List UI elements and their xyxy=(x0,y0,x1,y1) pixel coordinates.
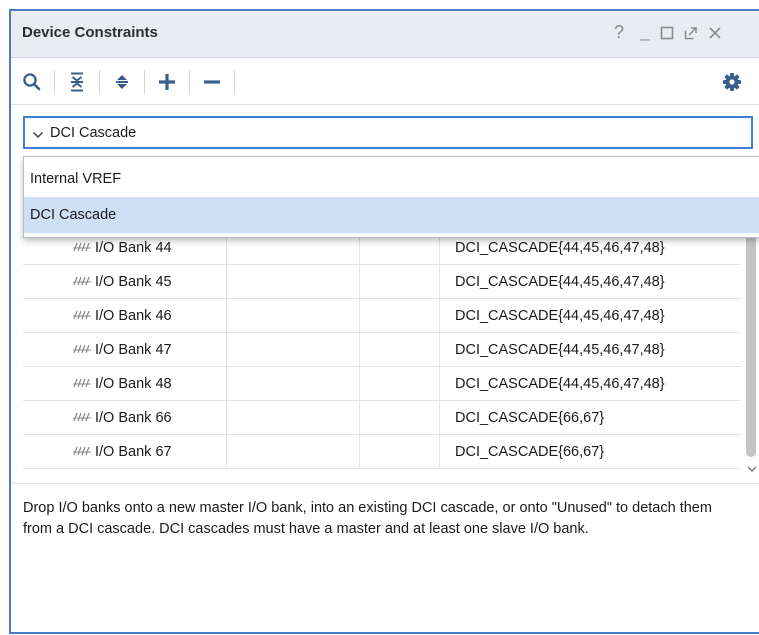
cascade-cell: DCI_CASCADE{44,45,46,47,48} xyxy=(455,342,665,358)
table-row[interactable]: I/O Bank 66 DCI_CASCADE{66,67} xyxy=(23,401,741,435)
io-bank-icon xyxy=(73,344,91,354)
search-icon[interactable] xyxy=(17,67,47,97)
cascade-cell: DCI_CASCADE{66,67} xyxy=(455,444,605,460)
table-cell xyxy=(227,333,360,367)
maximize-icon[interactable] xyxy=(658,22,676,44)
table-cell xyxy=(360,435,440,469)
bank-name: I/O Bank 45 xyxy=(95,274,172,290)
io-bank-icon xyxy=(73,446,91,456)
toolbar xyxy=(11,59,759,105)
chevron-down-icon[interactable] xyxy=(746,462,758,474)
cascade-cell: DCI_CASCADE{44,45,46,47,48} xyxy=(455,308,665,324)
bank-name: I/O Bank 66 xyxy=(95,410,172,426)
table-cell xyxy=(227,299,360,333)
collapse-all-icon[interactable] xyxy=(62,67,92,97)
device-constraints-panel: Device Constraints ? _ I/O Bank 44 DCI_C… xyxy=(9,9,759,634)
table-cell xyxy=(360,333,440,367)
cascade-cell: DCI_CASCADE{44,45,46,47,48} xyxy=(455,274,665,290)
bank-name-cell: I/O Bank 66 xyxy=(23,401,227,435)
table-row[interactable]: I/O Bank 48 DCI_CASCADE{44,45,46,47,48} xyxy=(23,367,741,401)
minimize-icon[interactable]: _ xyxy=(636,22,654,44)
bank-name-cell: I/O Bank 47 xyxy=(23,333,227,367)
dropdown-option-internal-vref[interactable]: Internal VREF xyxy=(24,161,759,197)
help-icon[interactable]: ? xyxy=(610,22,628,44)
float-icon[interactable] xyxy=(682,22,700,44)
toolbar-separator xyxy=(54,70,55,94)
toolbar-separator xyxy=(144,70,145,94)
chevron-down-icon xyxy=(32,127,44,143)
table-row[interactable]: I/O Bank 46 DCI_CASCADE{44,45,46,47,48} xyxy=(23,299,741,333)
io-bank-icon xyxy=(73,310,91,320)
vertical-scrollbar[interactable] xyxy=(743,229,759,482)
bank-name-cell: I/O Bank 45 xyxy=(23,265,227,299)
bank-name: I/O Bank 47 xyxy=(95,342,172,358)
bank-name-cell: I/O Bank 48 xyxy=(23,367,227,401)
io-bank-icon xyxy=(73,378,91,388)
table-row[interactable]: I/O Bank 67 DCI_CASCADE{66,67} xyxy=(23,435,741,469)
panel-title-bar: Device Constraints ? _ xyxy=(11,11,759,58)
bank-name: I/O Bank 48 xyxy=(95,376,172,392)
io-bank-icon xyxy=(73,276,91,286)
scrollbar-thumb[interactable] xyxy=(746,229,756,457)
bank-name: I/O Bank 46 xyxy=(95,308,172,324)
gear-icon[interactable] xyxy=(717,67,747,97)
toolbar-separator xyxy=(234,70,235,94)
help-text: Drop I/O banks onto a new master I/O ban… xyxy=(23,500,712,537)
bank-name-cell: I/O Bank 46 xyxy=(23,299,227,333)
toolbar-separator xyxy=(99,70,100,94)
dropdown-option-dci-cascade[interactable]: DCI Cascade xyxy=(24,197,759,233)
add-icon[interactable] xyxy=(152,67,182,97)
bank-name: I/O Bank 44 xyxy=(95,240,172,256)
table-cell xyxy=(227,435,360,469)
io-bank-icon xyxy=(73,412,91,422)
expand-all-icon[interactable] xyxy=(107,67,137,97)
close-icon[interactable] xyxy=(706,22,724,44)
table-cell xyxy=(227,367,360,401)
table-cell xyxy=(360,299,440,333)
panel-divider xyxy=(11,483,759,484)
table-row[interactable]: I/O Bank 47 DCI_CASCADE{44,45,46,47,48} xyxy=(23,333,741,367)
panel-title: Device Constraints xyxy=(22,24,158,41)
dropdown-popup: Internal VREF DCI Cascade xyxy=(23,156,759,238)
table-cell xyxy=(360,401,440,435)
constraint-type-dropdown[interactable]: DCI Cascade xyxy=(23,116,753,149)
table-row[interactable]: I/O Bank 45 DCI_CASCADE{44,45,46,47,48} xyxy=(23,265,741,299)
dropdown-selected-value: DCI Cascade xyxy=(50,125,137,141)
table-cell xyxy=(227,401,360,435)
toolbar-separator xyxy=(189,70,190,94)
io-bank-icon xyxy=(73,242,91,252)
table-cell xyxy=(360,367,440,401)
dci-cascade-table: I/O Bank 44 DCI_CASCADE{44,45,46,47,48} I/… xyxy=(23,229,741,482)
bank-name-cell: I/O Bank 67 xyxy=(23,435,227,469)
bank-name: I/O Bank 67 xyxy=(95,444,172,460)
cascade-cell: DCI_CASCADE{44,45,46,47,48} xyxy=(455,376,665,392)
table-cell xyxy=(227,265,360,299)
table-cell xyxy=(360,265,440,299)
remove-icon[interactable] xyxy=(197,67,227,97)
cascade-cell: DCI_CASCADE{66,67} xyxy=(455,410,605,426)
